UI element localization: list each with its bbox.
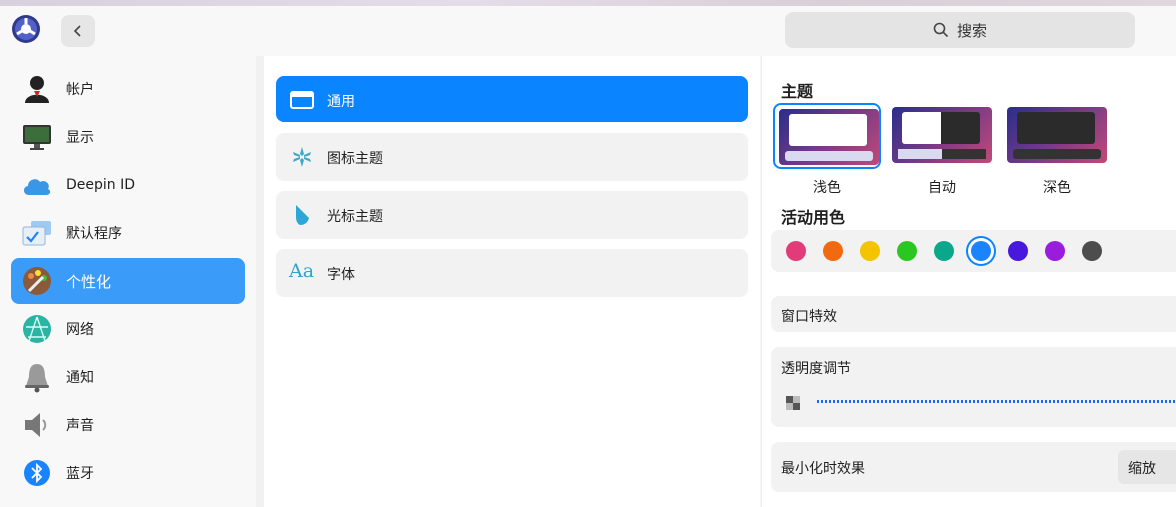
- accent-color-teal[interactable]: [934, 241, 954, 261]
- cloud-icon: [23, 179, 51, 195]
- theme-dark-preview: [1007, 107, 1107, 163]
- sidebar-item-label: Deepin ID: [66, 177, 136, 193]
- back-button[interactable]: [61, 15, 95, 47]
- personalization-menu: 通用 图标主题 光标主题 Aa 字体: [264, 56, 760, 507]
- sidebar-item-network[interactable]: 网络: [11, 306, 245, 352]
- theme-light-preview: [779, 109, 879, 165]
- theme-light-label: 浅色: [813, 180, 841, 196]
- sidebar-item-deepin-id[interactable]: Deepin ID: [11, 162, 245, 208]
- accent-color-indigo[interactable]: [1008, 241, 1028, 261]
- window-icon: [290, 91, 314, 109]
- theme-dark-label: 深色: [1043, 180, 1071, 196]
- bluetooth-icon: [24, 460, 50, 486]
- title-bar: 搜索: [0, 6, 1176, 56]
- transparency-slider[interactable]: [817, 400, 1176, 403]
- sidebar-item-label: 默认程序: [66, 226, 122, 242]
- window-effects-row[interactable]: 窗口特效: [771, 296, 1176, 332]
- menu-item-label: 字体: [327, 267, 355, 283]
- accent-color-graphite[interactable]: [1082, 241, 1102, 261]
- menu-item-icon-theme[interactable]: 图标主题: [276, 133, 748, 181]
- sidebar-item-label: 显示: [66, 130, 94, 146]
- theme-light-option[interactable]: [773, 103, 881, 169]
- search-icon: [933, 22, 949, 38]
- accent-color-title: 活动用色: [781, 208, 846, 227]
- speaker-icon: [25, 413, 47, 437]
- accent-color-yellow[interactable]: [860, 241, 880, 261]
- control-center-logo-icon: [12, 15, 40, 43]
- window-effects-label: 窗口特效: [781, 309, 837, 325]
- menu-item-label: 通用: [327, 94, 355, 110]
- sidebar-item-label: 网络: [66, 322, 94, 338]
- network-icon: [23, 315, 51, 343]
- accent-color-pink[interactable]: [786, 241, 806, 261]
- menu-item-cursor-theme[interactable]: 光标主题: [276, 191, 748, 239]
- minimize-effect-select[interactable]: 缩放: [1118, 450, 1176, 484]
- transparency-row: 透明度调节: [771, 347, 1176, 427]
- sidebar-item-display[interactable]: 显示: [11, 114, 245, 160]
- sidebar: 帐户 显示 Deepin ID 默认程序 个性化 网络 通知 声音 蓝牙: [0, 56, 256, 507]
- cursor-icon: [296, 205, 309, 225]
- font-icon: Aa: [289, 260, 315, 282]
- chevron-left-icon: [73, 25, 81, 37]
- menu-item-general[interactable]: 通用: [276, 76, 748, 122]
- sidebar-item-label: 声音: [66, 418, 94, 434]
- sidebar-item-bluetooth[interactable]: 蓝牙: [11, 450, 245, 496]
- search-input[interactable]: 搜索: [785, 12, 1135, 48]
- sidebar-item-label: 帐户: [66, 82, 94, 98]
- default-apps-icon: [22, 221, 51, 246]
- divider: [256, 56, 264, 507]
- personalization-icon: [23, 267, 51, 295]
- sidebar-item-sound[interactable]: 声音: [11, 402, 245, 448]
- sidebar-item-account[interactable]: 帐户: [11, 66, 245, 112]
- theme-dark-option[interactable]: [1003, 103, 1111, 169]
- theme-title: 主题: [781, 82, 814, 101]
- theme-auto-label: 自动: [928, 180, 956, 196]
- sidebar-item-notification[interactable]: 通知: [11, 354, 245, 400]
- menu-item-label: 光标主题: [327, 209, 383, 225]
- search-placeholder: 搜索: [956, 21, 987, 40]
- menu-item-font[interactable]: Aa 字体: [276, 249, 748, 297]
- accent-color-orange[interactable]: [823, 241, 843, 261]
- minimize-effect-row: 最小化时效果 缩放: [771, 442, 1176, 492]
- accent-color-green[interactable]: [897, 241, 917, 261]
- theme-auto-preview: [892, 107, 992, 163]
- transparency-low-icon: [786, 396, 800, 410]
- account-icon: [25, 76, 49, 103]
- theme-auto-option[interactable]: [888, 103, 996, 169]
- bell-icon: [25, 364, 49, 393]
- accent-color-blue[interactable]: [971, 241, 991, 261]
- icon-theme-icon: [293, 147, 311, 167]
- accent-color-purple[interactable]: [1045, 241, 1065, 261]
- accent-color-picker: [771, 230, 1176, 272]
- transparency-label: 透明度调节: [781, 361, 851, 377]
- sidebar-item-personalization[interactable]: 个性化: [11, 258, 245, 304]
- sidebar-item-label: 蓝牙: [66, 466, 94, 482]
- sidebar-item-default-apps[interactable]: 默认程序: [11, 210, 245, 256]
- sidebar-item-label: 个性化: [66, 272, 112, 291]
- minimize-effect-label: 最小化时效果: [781, 461, 865, 477]
- display-icon: [23, 125, 51, 150]
- general-settings-panel: 主题 浅色 自动 深色 活动用色 窗口特效 透明度调节 最小化时效果 缩放: [761, 56, 1176, 507]
- sidebar-item-label: 通知: [66, 370, 94, 386]
- menu-item-label: 图标主题: [327, 151, 383, 167]
